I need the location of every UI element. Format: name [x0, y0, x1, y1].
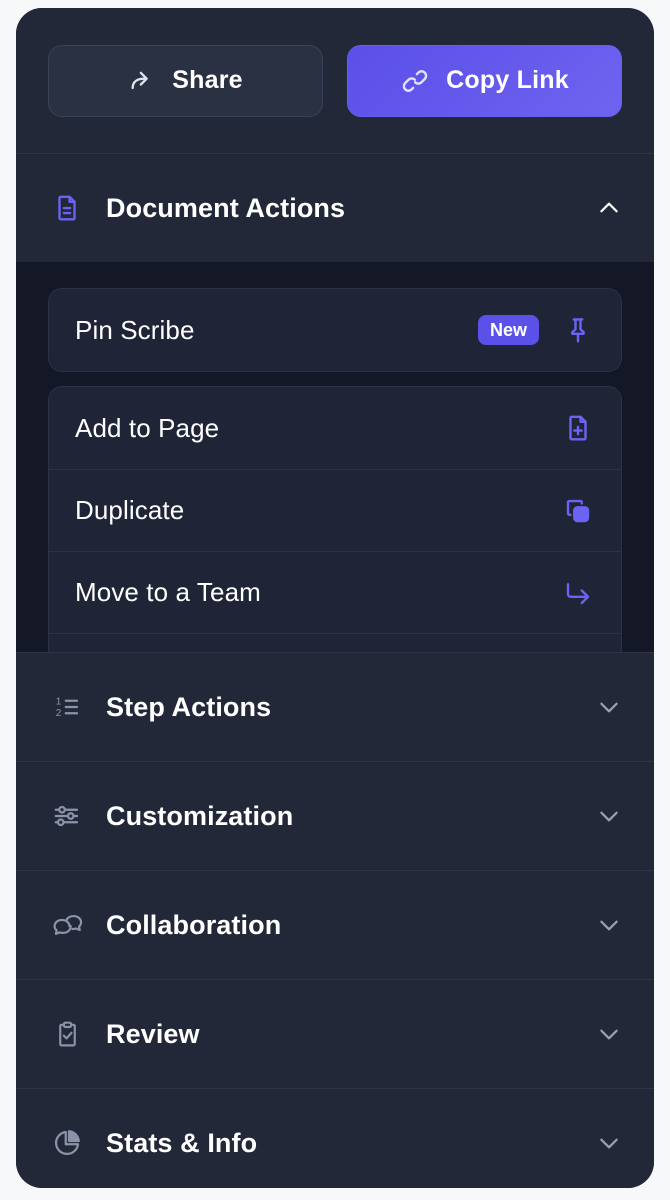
section-header-document-actions[interactable]: Document Actions: [16, 154, 654, 262]
menu-item-add-to-page[interactable]: Add to Page: [49, 387, 621, 469]
section-header-step-actions[interactable]: 1 2 Step Actions: [16, 653, 654, 761]
link-chain-icon: [400, 66, 430, 96]
document-file-icon: [50, 193, 84, 223]
chat-bubbles-icon: [50, 910, 84, 941]
file-plus-icon[interactable]: [561, 413, 595, 443]
menu-item-pin-scribe[interactable]: Pin Scribe New: [49, 289, 621, 371]
action-toolbar: Share Copy Link: [16, 8, 654, 154]
pie-chart-icon: [50, 1128, 84, 1158]
share-button[interactable]: Share: [48, 44, 323, 117]
chevron-down-icon[interactable]: [594, 1130, 624, 1156]
section-collaboration: Collaboration: [16, 870, 654, 979]
menu-item-label: Add to Page: [75, 412, 220, 443]
section-document-actions: Document Actions Pin Scribe New Add to P…: [16, 154, 654, 652]
section-title-review: Review: [106, 1018, 200, 1049]
clipboard-check-icon: [50, 1020, 84, 1049]
section-header-review[interactable]: Review: [16, 980, 654, 1088]
section-title-step-actions: Step Actions: [106, 691, 272, 722]
section-title-document-actions: Document Actions: [106, 192, 346, 223]
copy-duplicate-icon[interactable]: [561, 496, 595, 526]
chevron-down-icon[interactable]: [594, 912, 624, 938]
section-title-collaboration: Collaboration: [106, 909, 282, 940]
chevron-down-icon[interactable]: [594, 1021, 624, 1047]
section-step-actions: 1 2 Step Actions: [16, 652, 654, 761]
copy-link-button[interactable]: Copy Link: [347, 44, 622, 117]
section-header-collaboration[interactable]: Collaboration: [16, 871, 654, 979]
status-badge-new: New: [477, 315, 539, 345]
pin-scribe-card: Pin Scribe New: [48, 288, 622, 372]
menu-item-clipped[interactable]: [49, 633, 621, 652]
svg-text:2: 2: [56, 708, 62, 719]
section-customization: Customization: [16, 761, 654, 870]
pushpin-icon[interactable]: [561, 315, 595, 345]
menu-item-label: Pin Scribe: [75, 314, 195, 345]
menu-item-label: Move to a Team: [75, 577, 261, 607]
menu-item-label: Duplicate: [75, 495, 185, 525]
chevron-down-icon[interactable]: [594, 803, 624, 829]
share-arrow-icon: [128, 67, 156, 95]
document-actions-group-card: Add to Page Duplicate Move to a Team: [48, 386, 622, 652]
sliders-icon: [50, 801, 84, 831]
ordered-list-icon: 1 2: [50, 692, 84, 722]
svg-text:1: 1: [56, 697, 62, 708]
menu-item-move-to-a-team[interactable]: Move to a Team: [49, 551, 621, 633]
menu-item-duplicate[interactable]: Duplicate: [49, 469, 621, 551]
section-title-stats-info: Stats & Info: [106, 1127, 258, 1158]
chevron-up-icon[interactable]: [594, 195, 624, 221]
section-header-stats-info[interactable]: Stats & Info: [16, 1089, 654, 1188]
section-header-customization[interactable]: Customization: [16, 762, 654, 870]
corner-down-right-arrow-icon[interactable]: [561, 578, 595, 608]
copy-link-button-label: Copy Link: [446, 66, 569, 94]
document-options-panel: Share Copy Link Document Actions Pin Scr…: [16, 8, 654, 1188]
chevron-down-icon[interactable]: [594, 694, 624, 720]
share-button-label: Share: [172, 66, 243, 94]
section-stats-info: Stats & Info: [16, 1088, 654, 1188]
document-actions-content: Pin Scribe New Add to Page Duplicate Mov…: [16, 262, 654, 652]
section-title-customization: Customization: [106, 800, 294, 831]
section-review: Review: [16, 979, 654, 1088]
